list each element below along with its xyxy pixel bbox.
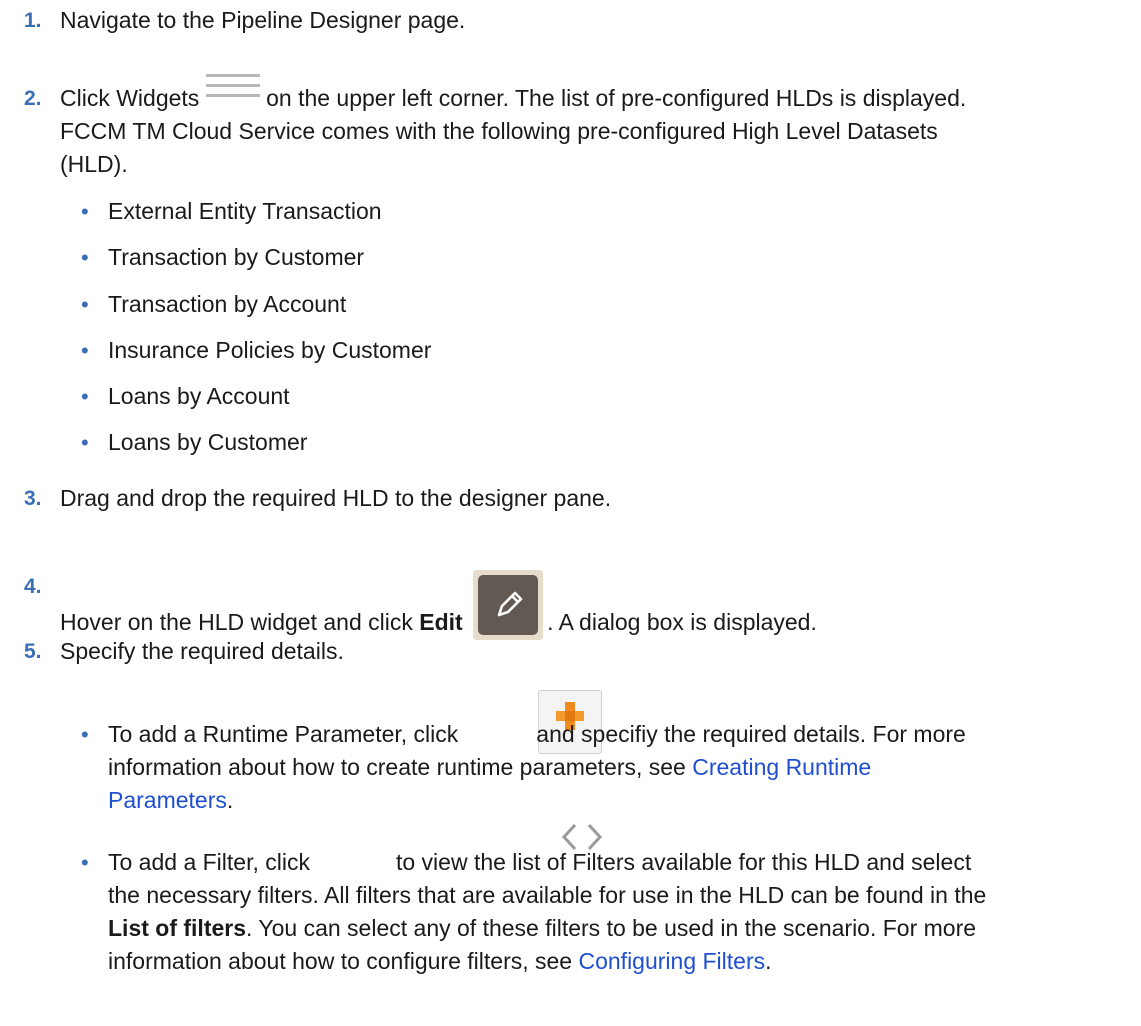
- bullet-icon: •: [81, 199, 89, 224]
- document: 1. Navigate to the Pipeline Designer pag…: [0, 0, 1141, 1026]
- list-item-label: Insurance Policies by Customer: [108, 337, 432, 363]
- step-number: 5.: [24, 640, 42, 663]
- step-number: 1.: [24, 9, 42, 32]
- hamburger-menu-icon: [205, 74, 260, 112]
- step-text: Drag and drop the required HLD to the de…: [60, 485, 612, 511]
- runtime-pre: To add a Runtime Parameter, click: [108, 721, 459, 747]
- bullet-icon: •: [81, 338, 89, 363]
- list-item-label: External Entity Transaction: [108, 198, 382, 224]
- creating-runtime-parameters-link[interactable]: Creating Runtime: [692, 754, 871, 780]
- list-item-label: Loans by Account: [108, 383, 290, 409]
- step-text-pre: Hover on the HLD widget and click: [60, 609, 420, 635]
- list-item-label: Loans by Customer: [108, 429, 308, 455]
- bullet-icon: •: [81, 850, 89, 875]
- configuring-filters-link[interactable]: Configuring Filters: [578, 948, 765, 974]
- pencil-icon[interactable]: [473, 570, 544, 640]
- step-text: Navigate to the Pipeline Designer page.: [60, 7, 466, 33]
- step-text-line3: (HLD).: [60, 151, 128, 177]
- filter-pre: To add a Filter, click: [108, 849, 310, 875]
- edit-label: Edit: [419, 609, 463, 635]
- step-text-line2: FCCM TM Cloud Service comes with the fol…: [60, 118, 938, 144]
- runtime-parameter-text: To add a Runtime Parameter, click and spe…: [108, 718, 1101, 817]
- filter-post: to view the list of Filters available fo…: [395, 849, 972, 875]
- step-number: 4.: [24, 575, 42, 598]
- filter-line4: information about how to configure filte…: [108, 948, 579, 974]
- filter-text: To add a Filter, click to view the list o…: [108, 846, 1101, 978]
- bullet-icon: •: [81, 384, 89, 409]
- step-text-pre: Click Widgets: [60, 85, 200, 111]
- step-text: Specify the required details.: [60, 638, 344, 664]
- step-text: Hover on the HLD widget and click Edit .…: [60, 570, 1101, 640]
- list-item-label: Transaction by Account: [108, 291, 347, 317]
- runtime-line2: information about how to create runtime …: [108, 754, 693, 780]
- filter-end: .: [765, 948, 772, 974]
- bullet-icon: •: [81, 430, 89, 455]
- step-number: 2.: [24, 87, 42, 110]
- runtime-post: and specifiy the required details. For m…: [536, 721, 966, 747]
- filter-line2: the necessary filters. All filters that …: [108, 882, 987, 908]
- step-text-post: . A dialog box is displayed.: [547, 609, 817, 635]
- step-text: Click Widgets on the upper left corner. …: [60, 74, 1101, 181]
- step-number: 3.: [24, 487, 42, 510]
- bullet-icon: •: [81, 245, 89, 270]
- bullet-icon: •: [81, 722, 89, 747]
- creating-runtime-parameters-link-cont[interactable]: Parameters: [108, 787, 227, 813]
- filter-line3: . You can select any of these filters to…: [246, 915, 977, 941]
- step-text-post: on the upper left corner. The list of pr…: [259, 85, 967, 111]
- bullet-icon: •: [81, 292, 89, 317]
- list-of-filters-label: List of filters: [108, 915, 247, 941]
- runtime-end: .: [226, 787, 234, 813]
- list-item-label: Transaction by Customer: [108, 244, 365, 270]
